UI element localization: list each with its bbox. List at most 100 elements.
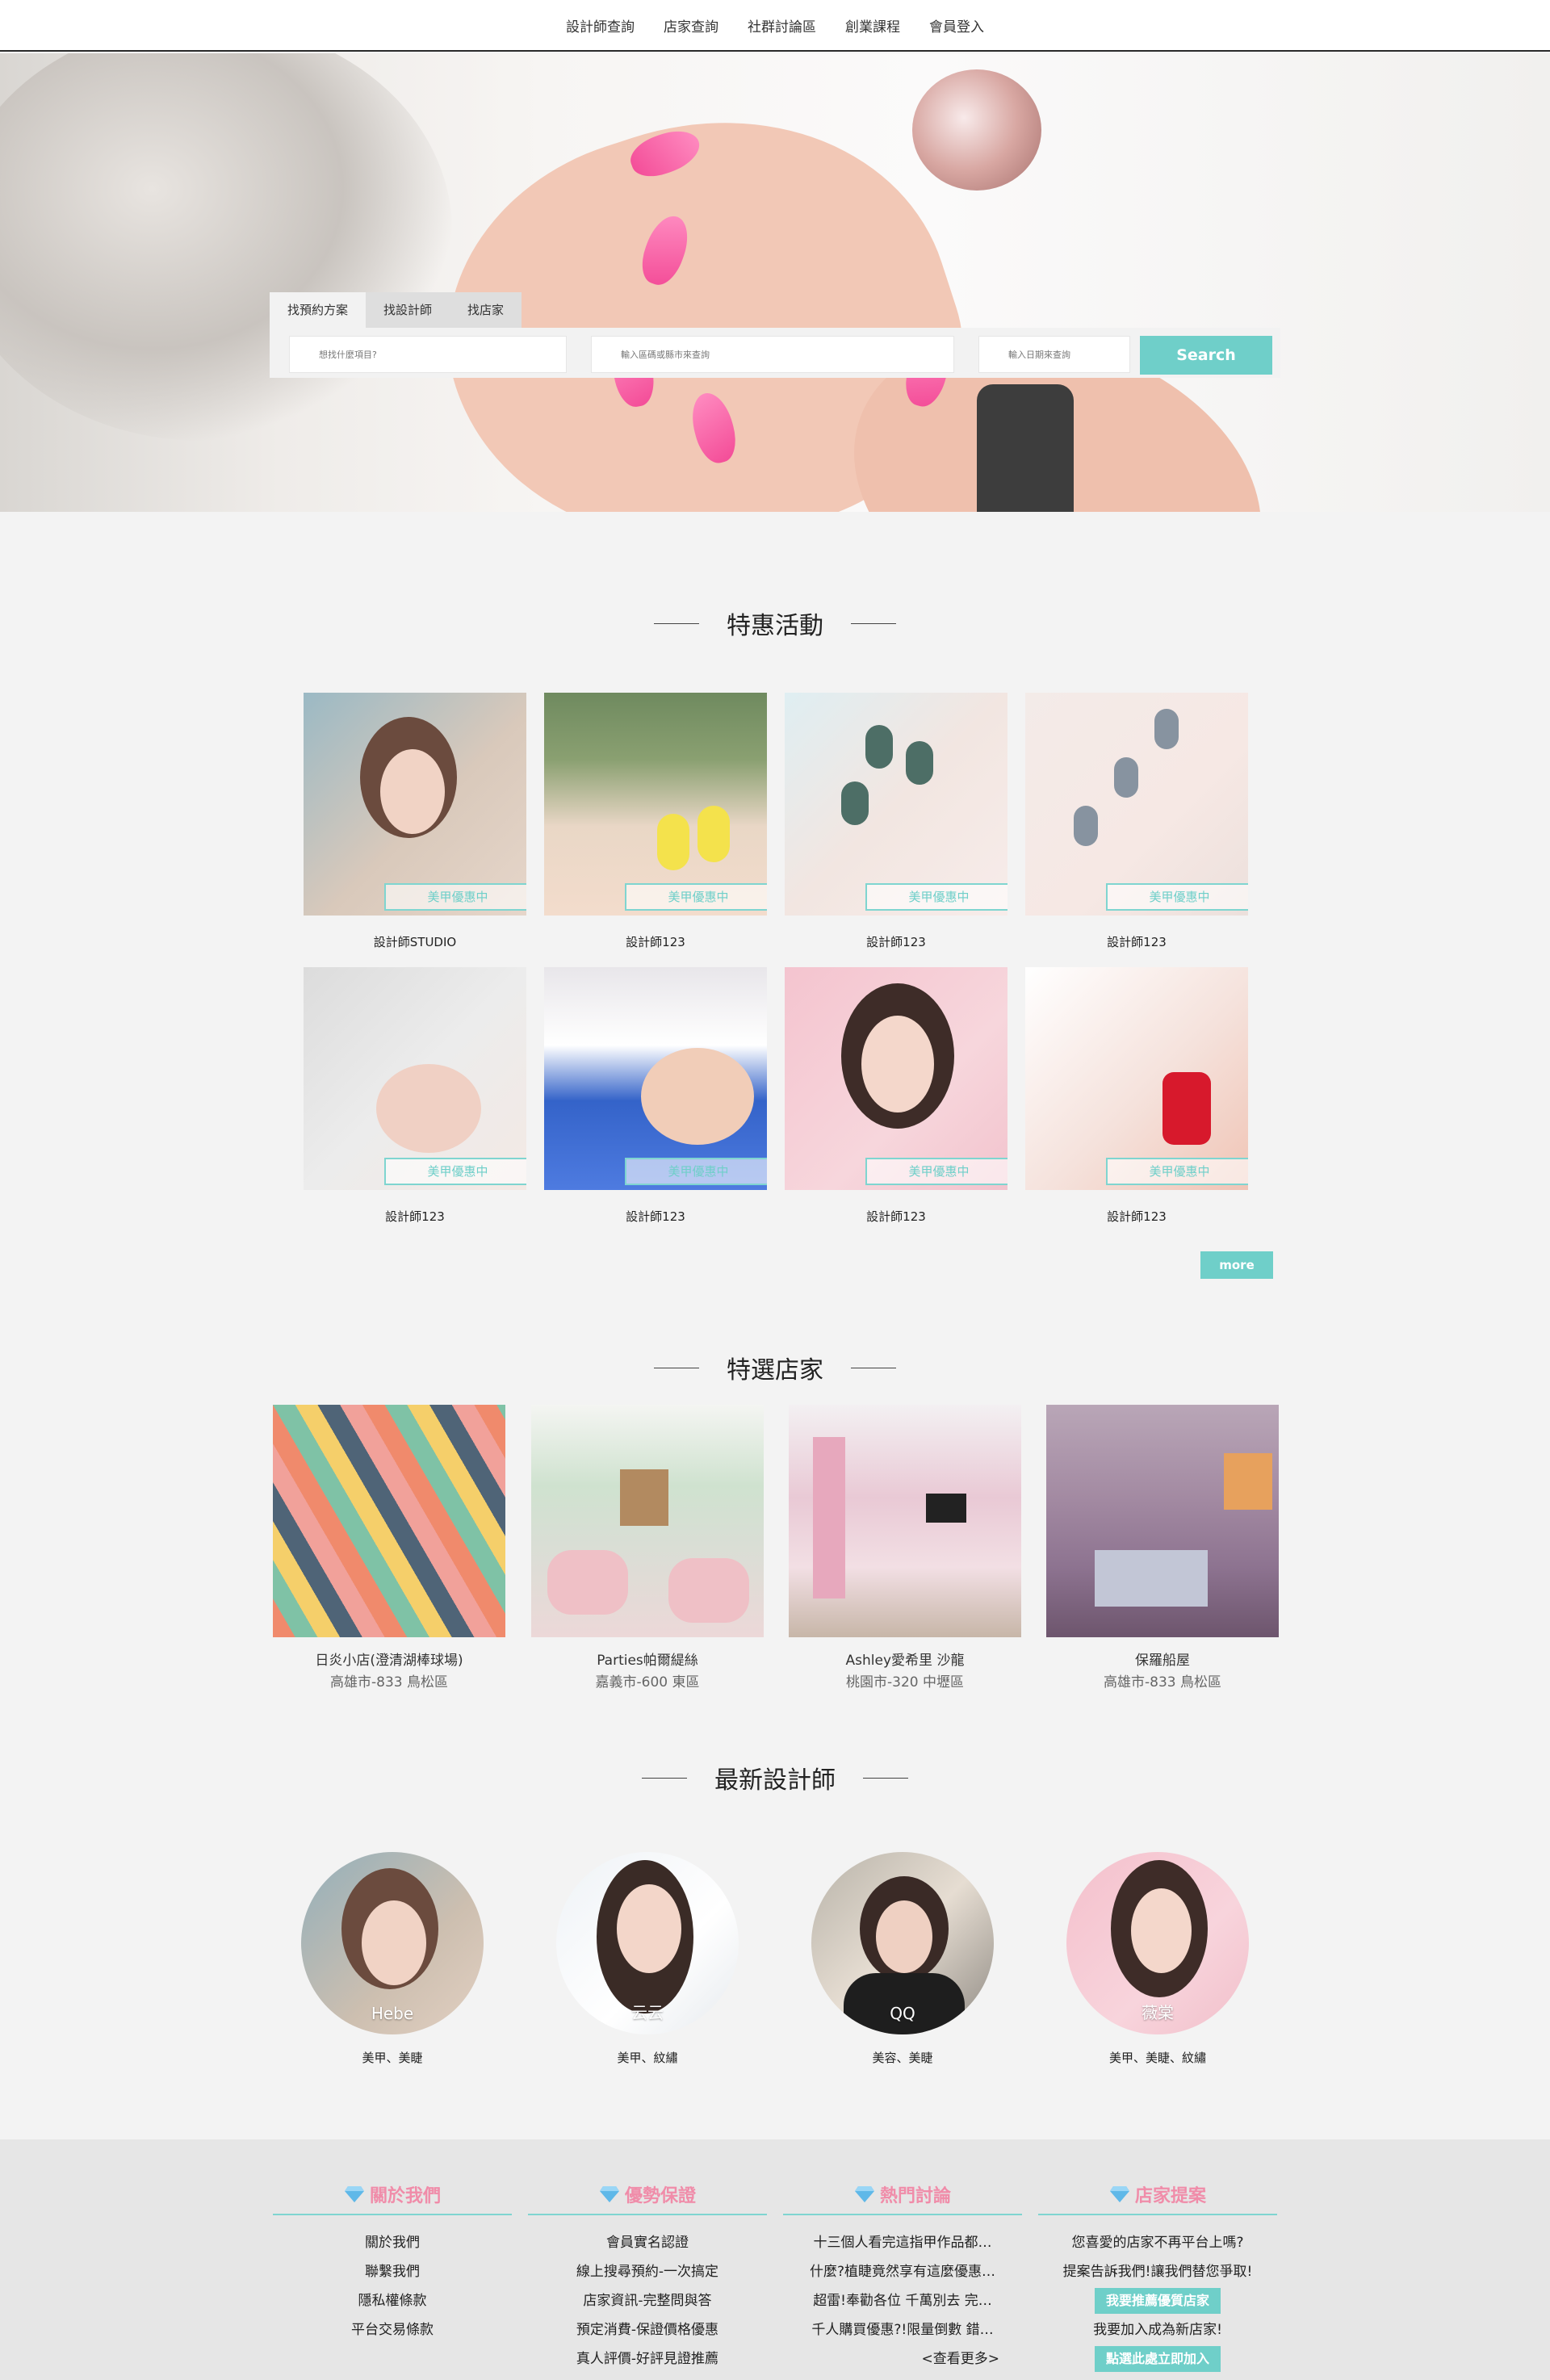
shop-card[interactable]: 保羅船屋 高雄市-833 鳥松區 xyxy=(1046,1405,1279,1691)
promo-photo: 美甲優惠中 xyxy=(304,693,526,916)
promo-badge: 美甲優惠中 xyxy=(865,883,1008,911)
footer-link[interactable]: 店家資訊-完整問與答 xyxy=(528,2286,767,2315)
shop-address: 高雄市-833 鳥松區 xyxy=(1104,1674,1221,1691)
shop-name: Parties帕爾緹絲 xyxy=(597,1653,698,1669)
area-input[interactable]: 輸入區碼或縣市來查詢 xyxy=(591,336,954,373)
shop-card[interactable]: Ashley愛希里 沙龍 桃園市-320 中壢區 xyxy=(789,1405,1021,1691)
designer-avatar: 薇棠 xyxy=(1066,1852,1249,2034)
shops-section-title: 特選店家 xyxy=(0,1350,1550,1385)
tab-find-plan[interactable]: 找預約方案 xyxy=(270,292,367,328)
promo-card[interactable]: 美甲優惠中 設計師123 xyxy=(544,967,767,1225)
designer-card[interactable]: QQ 美容、美睫 xyxy=(811,1852,994,2066)
nav-community[interactable]: 社群討論區 xyxy=(748,15,816,36)
hot-topic-link[interactable]: 千人購買優惠?!限量倒數 錯… xyxy=(783,2315,1022,2344)
diamond-icon xyxy=(599,2186,619,2202)
shop-photo xyxy=(1046,1405,1279,1637)
shop-address: 嘉義市-600 東區 xyxy=(595,1674,700,1691)
promo-photo: 美甲優惠中 xyxy=(544,967,767,1190)
designer-name: QQ xyxy=(890,2004,915,2023)
footer-link[interactable]: 聯繫我們 xyxy=(273,2257,512,2286)
footer-suggest-heading: 店家提案 xyxy=(1038,2175,1277,2215)
shops-title: 特選店家 xyxy=(727,1356,823,1385)
view-more-link[interactable]: <查看更多> xyxy=(783,2344,1022,2374)
designer-card[interactable]: Hebe 美甲、美睫 xyxy=(301,1852,484,2066)
designer-name: Hebe xyxy=(371,2004,414,2023)
hero-banner: 找預約方案 找設計師 找店家 想找什麼項目? 輸入區碼或縣市來查詢 輸入日期來查… xyxy=(0,53,1550,512)
footer-link[interactable]: 隱私權條款 xyxy=(273,2286,512,2315)
suggest-text: 提案告訴我們!讓我們替您爭取! xyxy=(1062,2264,1253,2280)
more-button[interactable]: more xyxy=(1200,1251,1273,1279)
footer-guarantee-title: 優勢保證 xyxy=(624,2186,696,2206)
footer-suggest: 店家提案 您喜愛的店家不再平台上嗎? 提案告訴我們!讓我們替您爭取! 我要推薦優… xyxy=(1038,2175,1277,2374)
date-input[interactable]: 輸入日期來查詢 xyxy=(978,336,1130,373)
nav-startup-course[interactable]: 創業課程 xyxy=(845,15,900,36)
top-nav: 設計師查詢 店家查詢 社群討論區 創業課程 會員登入 xyxy=(0,0,1550,52)
promo-card[interactable]: 美甲優惠中 設計師123 xyxy=(544,693,767,950)
footer-link[interactable]: 關於我們 xyxy=(273,2228,512,2257)
tab-find-shop[interactable]: 找店家 xyxy=(450,292,522,328)
footer-suggest-title: 店家提案 xyxy=(1134,2186,1206,2206)
hot-topic-link[interactable]: 什麼?植睫竟然享有這麼優惠… xyxy=(783,2257,1022,2286)
footer-hot-title: 熱門討論 xyxy=(879,2186,951,2206)
promo-badge: 美甲優惠中 xyxy=(1106,1158,1248,1185)
designer-avatar: 云云 xyxy=(556,1852,739,2034)
diamond-icon xyxy=(854,2186,874,2202)
promo-name: 設計師123 xyxy=(626,935,685,949)
join-now-button[interactable]: 點選此處立即加入 xyxy=(1094,2346,1221,2372)
footer-link[interactable]: 真人評價-好評見證推薦 xyxy=(528,2344,767,2374)
recommend-shop-button[interactable]: 我要推薦優質店家 xyxy=(1094,2288,1221,2314)
promo-name: 設計師123 xyxy=(866,935,926,949)
promo-card[interactable]: 美甲優惠中 設計師123 xyxy=(304,967,526,1225)
tab-find-designer[interactable]: 找設計師 xyxy=(366,292,450,328)
footer-hot-heading: 熱門討論 xyxy=(783,2175,1022,2215)
nav-designer-search[interactable]: 設計師查詢 xyxy=(566,15,635,36)
hot-topic-link[interactable]: 超雷!奉勸各位 千萬別去 完… xyxy=(783,2286,1022,2315)
designer-card[interactable]: 薇棠 美甲、美睫、紋繡 xyxy=(1066,1852,1249,2066)
hot-topic-link[interactable]: 十三個人看完這指甲作品都… xyxy=(783,2228,1022,2257)
promo-card[interactable]: 美甲優惠中 設計師123 xyxy=(785,693,1008,950)
footer-guarantee: 優勢保證 會員實名認證 線上搜尋預約-一次搞定 店家資訊-完整問與答 預定消費-… xyxy=(528,2175,767,2374)
footer-about: 關於我們 關於我們 聯繫我們 隱私權條款 平台交易條款 xyxy=(273,2175,512,2344)
shop-name: Ashley愛希里 沙龍 xyxy=(845,1653,965,1669)
promo-badge: 美甲優惠中 xyxy=(625,883,767,911)
promo-name: 設計師123 xyxy=(1107,935,1167,949)
shop-card[interactable]: 日炎小店(澄清湖棒球場) 高雄市-833 鳥松區 xyxy=(273,1405,505,1691)
promo-photo: 美甲優惠中 xyxy=(785,693,1008,916)
footer-link[interactable]: 預定消費-保證價格優惠 xyxy=(528,2315,767,2344)
promo-card[interactable]: 美甲優惠中 設計師123 xyxy=(785,967,1008,1225)
nav-shop-search[interactable]: 店家查詢 xyxy=(664,15,718,36)
promo-title: 特惠活動 xyxy=(727,612,823,640)
service-input[interactable]: 想找什麼項目? xyxy=(289,336,567,373)
search-panel: 找預約方案 找設計師 找店家 想找什麼項目? 輸入區碼或縣市來查詢 輸入日期來查… xyxy=(270,292,1280,383)
designer-card[interactable]: 云云 美甲、紋繡 xyxy=(556,1852,739,2066)
suggest-text: 我要加入成為新店家! xyxy=(1093,2322,1222,2338)
promo-section-title: 特惠活動 xyxy=(0,605,1550,641)
suggest-button-row: 點選此處立即加入 xyxy=(1038,2344,1277,2374)
footer-link[interactable]: 平台交易條款 xyxy=(273,2315,512,2344)
shop-card[interactable]: Parties帕爾緹絲 嘉義市-600 東區 xyxy=(531,1405,764,1691)
suggest-text: 您喜愛的店家不再平台上嗎? xyxy=(1071,2235,1244,2251)
diamond-icon xyxy=(1109,2186,1129,2202)
footer-link[interactable]: 線上搜尋預約-一次搞定 xyxy=(528,2257,767,2286)
shop-photo xyxy=(789,1405,1021,1637)
hero-fur-decoration xyxy=(0,53,452,441)
promo-badge: 美甲優惠中 xyxy=(625,1158,767,1185)
nav-member-login[interactable]: 會員登入 xyxy=(929,15,984,36)
promo-card[interactable]: 美甲優惠中 設計師123 xyxy=(1025,693,1248,950)
designer-avatar: Hebe xyxy=(301,1852,484,2034)
footer-about-title: 關於我們 xyxy=(369,2186,441,2206)
promo-name: 設計師123 xyxy=(385,1209,445,1224)
promo-badge: 美甲優惠中 xyxy=(865,1158,1008,1185)
footer: 關於我們 關於我們 聯繫我們 隱私權條款 平台交易條款 優勢保證 會員實名認證 … xyxy=(0,2139,1550,2380)
footer-link[interactable]: 會員實名認證 xyxy=(528,2228,767,2257)
promo-card[interactable]: 美甲優惠中 設計師STUDIO xyxy=(304,693,526,950)
promo-card[interactable]: 美甲優惠中 設計師123 xyxy=(1025,967,1248,1225)
search-button[interactable]: Search xyxy=(1140,336,1272,375)
designers-section-title: 最新設計師 xyxy=(0,1760,1550,1795)
promo-badge: 美甲優惠中 xyxy=(1106,883,1248,911)
designer-avatar: QQ xyxy=(811,1852,994,2034)
polish-bottle-image xyxy=(912,69,1041,191)
promo-badge: 美甲優惠中 xyxy=(384,1158,526,1185)
search-tabs: 找預約方案 找設計師 找店家 xyxy=(270,292,1280,328)
promo-name: 設計師123 xyxy=(626,1209,685,1224)
